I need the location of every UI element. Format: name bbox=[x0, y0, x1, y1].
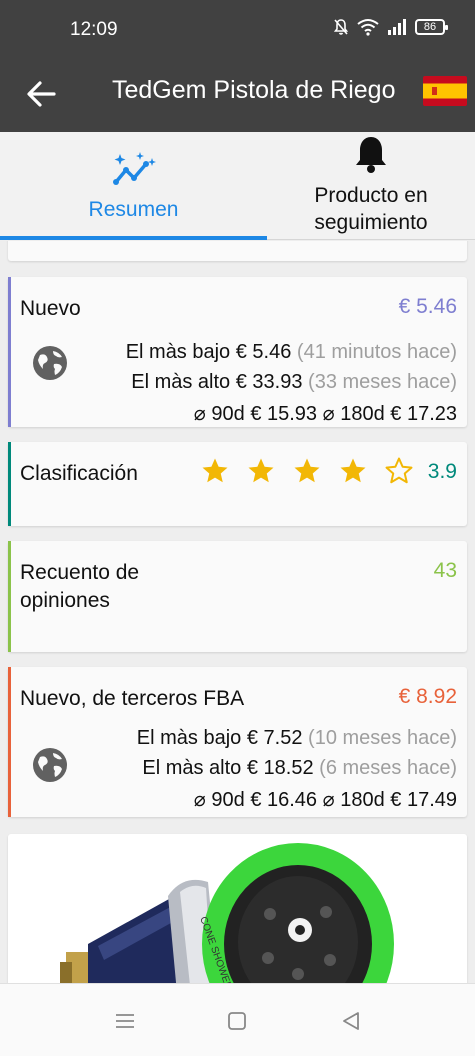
lowest-row: El màs bajo € 7.52 (10 meses hace) bbox=[137, 727, 457, 750]
trend-sparkle-icon bbox=[112, 152, 156, 185]
avg180-value: € 17.23 bbox=[390, 403, 457, 425]
card-label: Nuevo, de terceros FBA bbox=[20, 687, 245, 710]
star-filled-icon bbox=[248, 458, 274, 483]
card-label: Clasificación bbox=[20, 462, 138, 485]
lowest-when: (41 minutos hace) bbox=[296, 341, 457, 363]
partial-card bbox=[8, 241, 467, 261]
rating-value: 3.9 bbox=[427, 460, 457, 483]
highest-when: (6 meses hace) bbox=[319, 757, 457, 779]
price-card-nuevo[interactable]: Nuevo € 5.46 El màs bajo € 5.46 (41 minu… bbox=[8, 277, 467, 427]
tab-bar: Resumen Producto en seguimiento bbox=[0, 132, 475, 240]
product-image-card[interactable]: CONE SHOWER bbox=[8, 834, 467, 983]
lowest-value: € 7.52 bbox=[246, 727, 303, 749]
avg90-value: € 15.93 bbox=[250, 403, 318, 425]
mute-icon bbox=[333, 19, 349, 35]
reviews-card[interactable]: Recuento de opiniones 43 bbox=[8, 541, 467, 652]
card-label: Nuevo bbox=[20, 297, 81, 320]
globe-icon bbox=[33, 346, 67, 380]
tab-producto-en-seguimiento[interactable]: Producto en seguimiento bbox=[267, 132, 475, 240]
lowest-row: El màs bajo € 5.46 (41 minutos hace) bbox=[126, 341, 457, 364]
highest-value: € 33.93 bbox=[235, 371, 303, 393]
star-filled-icon bbox=[202, 458, 228, 483]
reviews-value: 43 bbox=[433, 559, 457, 582]
highest-label: El màs alto bbox=[142, 757, 242, 779]
lowest-label: El màs bajo bbox=[125, 341, 231, 363]
active-tab-indicator bbox=[0, 236, 267, 240]
globe-icon bbox=[33, 748, 67, 782]
app-bar: TedGem Pistola de Riego bbox=[0, 62, 475, 132]
average-row: ⌀ 90d € 15.93 ⌀ 180d € 17.23 bbox=[194, 401, 457, 426]
highest-row: El màs alto € 18.52 (6 meses hace) bbox=[142, 757, 457, 780]
avg180-value: € 17.49 bbox=[390, 789, 457, 811]
avg90-label: ⌀ 90d bbox=[193, 403, 245, 425]
star-filled-icon bbox=[340, 458, 366, 483]
lowest-when: (10 meses hace) bbox=[308, 727, 457, 749]
signal-icon bbox=[388, 19, 406, 35]
tab-resumen-label: Resumen bbox=[88, 198, 179, 221]
spain-flag-icon[interactable] bbox=[423, 76, 467, 106]
battery-icon: 86 bbox=[415, 19, 448, 35]
card-accent bbox=[8, 277, 11, 427]
page-title: TedGem Pistola de Riego bbox=[112, 76, 396, 104]
system-nav-bar bbox=[0, 983, 475, 1056]
avg90-label: ⌀ 90d bbox=[193, 789, 245, 811]
card-accent bbox=[8, 442, 11, 526]
card-label: Recuento de opiniones bbox=[20, 561, 140, 612]
tab-producto-label: Producto en seguimiento bbox=[314, 184, 428, 234]
menu-icon[interactable] bbox=[110, 1006, 140, 1036]
home-square-icon[interactable] bbox=[222, 1006, 252, 1036]
bell-icon bbox=[356, 137, 386, 173]
avg180-label: ⌀ 180d bbox=[322, 403, 385, 425]
status-time: 12:09 bbox=[70, 19, 118, 40]
product-image: CONE SHOWER bbox=[60, 843, 394, 983]
status-bar: 12:09 86 bbox=[0, 0, 475, 62]
back-triangle-icon[interactable] bbox=[336, 1006, 366, 1036]
card-price: € 5.46 bbox=[398, 295, 457, 318]
star-outline-icon bbox=[385, 457, 413, 484]
star-rating bbox=[200, 456, 414, 486]
rating-card[interactable]: Clasificación 3.9 bbox=[8, 442, 467, 526]
content-scroll[interactable]: Nuevo € 5.46 El màs bajo € 5.46 (41 minu… bbox=[0, 241, 475, 983]
highest-when: (33 meses hace) bbox=[308, 371, 457, 393]
arrow-left-icon[interactable] bbox=[24, 76, 60, 112]
lowest-label: El màs bajo bbox=[136, 727, 242, 749]
star-filled-icon bbox=[294, 458, 320, 483]
wifi-icon bbox=[357, 19, 379, 36]
average-row: ⌀ 90d € 16.46 ⌀ 180d € 17.49 bbox=[194, 787, 457, 812]
highest-row: El màs alto € 33.93 (33 meses hace) bbox=[131, 371, 457, 394]
avg180-label: ⌀ 180d bbox=[322, 789, 385, 811]
card-price: € 8.92 bbox=[398, 685, 457, 708]
highest-value: € 18.52 bbox=[246, 757, 314, 779]
avg90-value: € 16.46 bbox=[250, 789, 318, 811]
tab-resumen[interactable]: Resumen bbox=[0, 132, 267, 240]
price-card-fba[interactable]: Nuevo, de terceros FBA € 8.92 El màs baj… bbox=[8, 667, 467, 817]
card-accent bbox=[8, 667, 11, 817]
card-accent bbox=[8, 541, 11, 652]
lowest-value: € 5.46 bbox=[235, 341, 292, 363]
highest-label: El màs alto bbox=[131, 371, 231, 393]
